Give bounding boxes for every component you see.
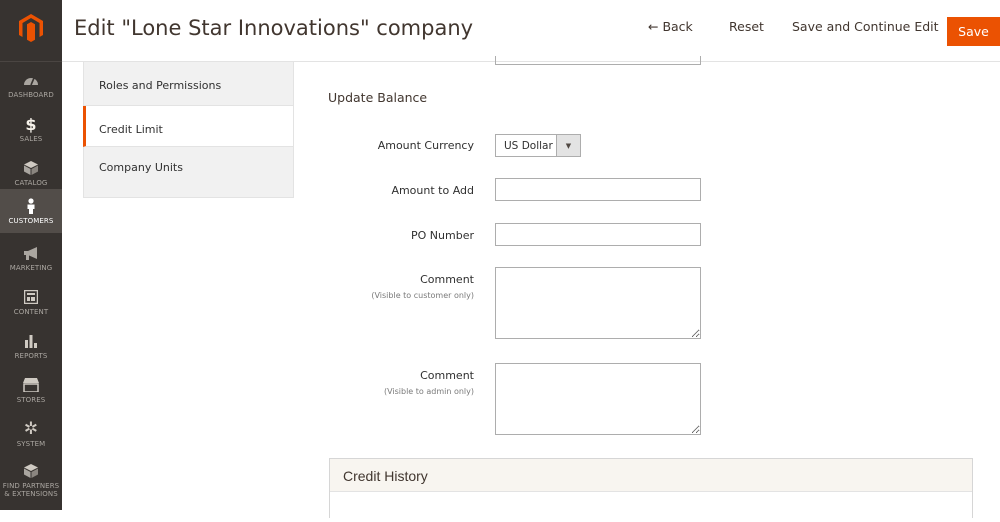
cube-icon	[24, 462, 38, 480]
section-title-update-balance: Update Balance	[328, 90, 428, 105]
nav-item-marketing[interactable]: Marketing	[0, 236, 62, 280]
tab-credit-limit[interactable]: Credit Limit	[83, 106, 294, 147]
save-button[interactable]: Save	[947, 17, 1000, 46]
nav-label-marketing: Marketing	[9, 264, 53, 272]
credit-history-panel: Credit History	[329, 458, 973, 522]
nav-label-find-partners: Find Partners	[2, 482, 60, 490]
person-icon	[26, 197, 36, 215]
nav-item-customers[interactable]: Customers	[0, 189, 62, 233]
nav-item-stores[interactable]: Stores	[0, 368, 62, 412]
nav-label-catalog: Catalog	[14, 179, 48, 187]
nav-item-content[interactable]: Content	[0, 280, 62, 324]
nav-item-reports[interactable]: Reports	[0, 324, 62, 368]
box-icon	[24, 159, 38, 177]
dollar-icon: $	[25, 114, 37, 134]
nav-label-customers: Customers	[8, 217, 54, 225]
comment-admin-label: Comment	[420, 369, 474, 382]
gear-icon: ✲	[23, 419, 39, 439]
nav-item-system[interactable]: ✲ System	[0, 412, 62, 456]
tab-roles-permissions[interactable]: Roles and Permissions	[83, 62, 294, 106]
comment-admin-note: (Visible to admin only)	[383, 387, 474, 396]
storefront-icon	[23, 376, 39, 394]
chevron-down-icon: ▼	[556, 135, 580, 156]
nav-label-dashboard: Dashboard	[8, 91, 54, 99]
nav-label-stores: Stores	[16, 396, 46, 404]
nav-divider	[0, 61, 62, 62]
dashboard-icon	[23, 71, 39, 89]
layout-icon	[24, 288, 38, 306]
tab-company-units[interactable]: Company Units	[83, 147, 294, 198]
nav-label-system: System	[16, 440, 46, 448]
magento-logo-icon	[19, 14, 43, 42]
page-title: Edit "Lone Star Innovations" company	[74, 16, 474, 40]
comment-customer-label: Comment	[420, 273, 474, 286]
amount-to-add-input[interactable]	[495, 178, 701, 201]
megaphone-icon	[23, 244, 39, 262]
nav-label-extensions: & Extensions	[4, 490, 58, 498]
nav-item-find-partners[interactable]: Find Partners & Extensions	[0, 456, 62, 504]
nav-label-sales: Sales	[19, 135, 43, 143]
amount-currency-label: Amount Currency	[377, 139, 474, 152]
reset-button[interactable]: Reset	[729, 19, 764, 34]
nav-label-reports: Reports	[14, 352, 48, 360]
amount-to-add-label: Amount to Add	[391, 184, 474, 197]
comment-customer-textarea[interactable]	[495, 267, 701, 339]
amount-currency-value: US Dollar	[504, 139, 553, 152]
back-button[interactable]: ← Back	[648, 19, 693, 34]
po-number-input[interactable]	[495, 223, 701, 246]
previous-field-bottom[interactable]	[495, 56, 701, 65]
amount-currency-select[interactable]: US Dollar ▼	[495, 134, 581, 157]
nav-item-sales[interactable]: $ Sales	[0, 107, 62, 151]
credit-history-title: Credit History	[330, 459, 972, 492]
bar-chart-icon	[24, 332, 38, 350]
nav-item-dashboard[interactable]: Dashboard	[0, 63, 62, 107]
comment-admin-textarea[interactable]	[495, 363, 701, 435]
section-tabs: Roles and Permissions Credit Limit Compa…	[83, 62, 294, 198]
page-header: Edit "Lone Star Innovations" company ← B…	[62, 0, 1000, 62]
comment-customer-note: (Visible to customer only)	[371, 291, 474, 300]
credit-history-body	[330, 492, 972, 522]
po-number-label: PO Number	[411, 229, 474, 242]
magento-logo[interactable]	[0, 0, 62, 56]
save-continue-button[interactable]: Save and Continue Edit	[792, 19, 939, 34]
nav-label-content: Content	[13, 308, 49, 316]
admin-sidebar: Dashboard $ Sales Catalog Customers Mark…	[0, 0, 62, 510]
